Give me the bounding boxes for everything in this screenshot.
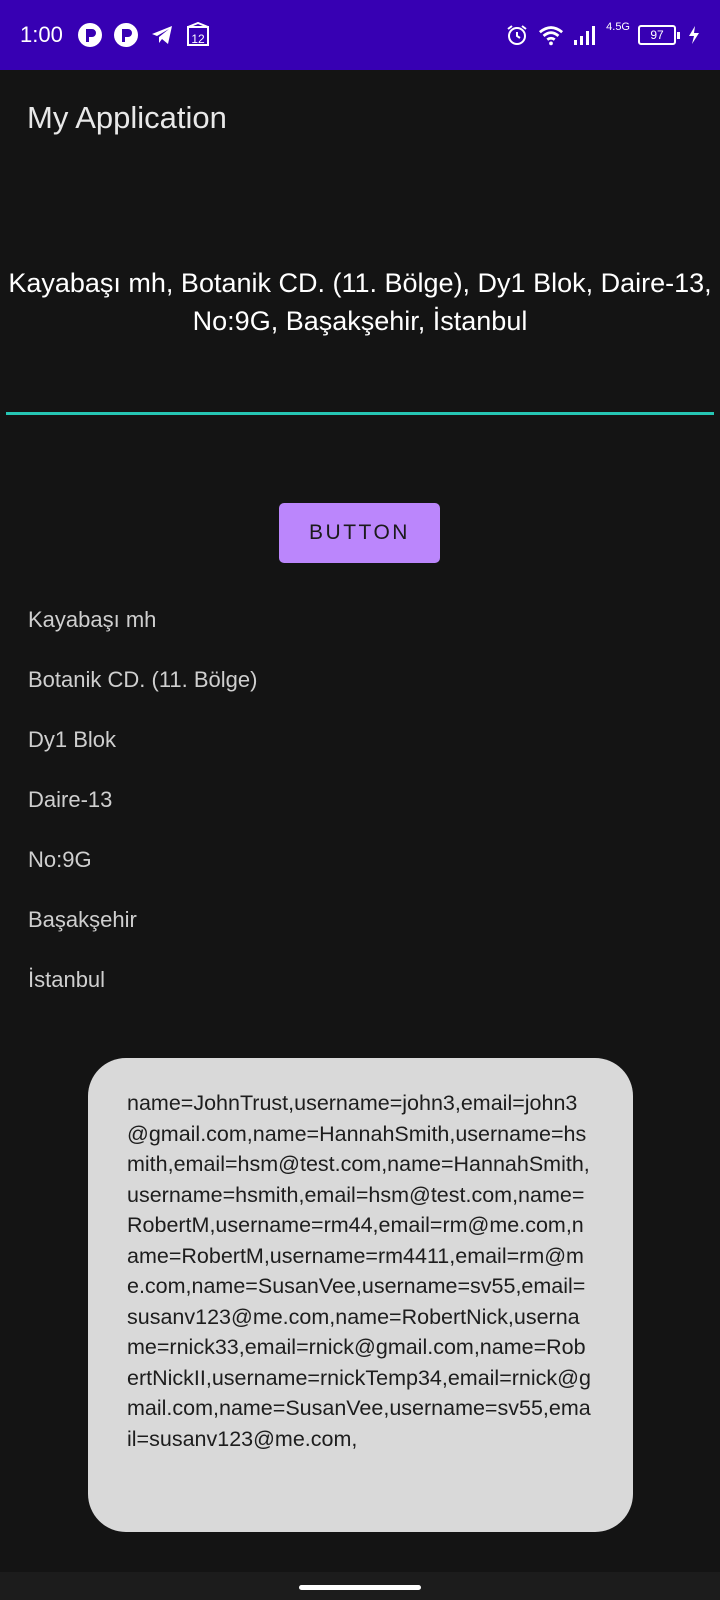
- input-underline: [6, 412, 714, 415]
- calendar-icon: 12: [185, 22, 211, 48]
- calendar-day: 12: [191, 32, 205, 46]
- signal-icon: [572, 22, 598, 48]
- network-type: 4.5G: [606, 21, 630, 33]
- page-title: My Application: [27, 100, 227, 135]
- address-input[interactable]: Kayabaşı mh, Botanik CD. (11. Bölge), Dy…: [6, 250, 714, 424]
- address-input-value[interactable]: Kayabaşı mh, Botanik CD. (11. Bölge), Dy…: [6, 264, 714, 340]
- status-bar: 1:00 12 4.5G 97: [0, 0, 720, 70]
- list-item: Daire-13: [28, 787, 113, 812]
- navigation-bar: [0, 1572, 720, 1600]
- status-left: 1:00 12: [20, 22, 211, 48]
- telegram-icon: [149, 22, 175, 48]
- status-right: 4.5G 97: [504, 21, 700, 48]
- battery-icon: 97: [638, 25, 680, 45]
- charging-icon: [688, 22, 700, 48]
- battery-level: 97: [638, 25, 676, 45]
- list-item: Başakşehir: [28, 907, 137, 932]
- list-item: No:9G: [28, 847, 92, 872]
- list-item: İstanbul: [28, 967, 106, 992]
- list-item: Botanik CD. (11. Bölge): [28, 667, 258, 692]
- users-output-text: name=JohnTrust,username=john3,email=john…: [127, 1091, 591, 1451]
- p-app-icon: [113, 22, 139, 48]
- list-item: Dy1 Blok: [28, 727, 117, 752]
- address-parts-list: Kayabaşı mh Botanik CD. (11. Bölge) Dy1 …: [28, 600, 257, 1020]
- status-time: 1:00: [20, 22, 63, 47]
- wifi-icon: [538, 22, 564, 48]
- primary-button[interactable]: BUTTON: [279, 503, 440, 563]
- users-output-bubble: name=JohnTrust,username=john3,email=john…: [88, 1058, 633, 1532]
- battery-tip: [677, 31, 680, 39]
- p-app-icon: [77, 22, 103, 48]
- home-gesture-handle[interactable]: [299, 1585, 421, 1590]
- alarm-icon: [504, 22, 530, 48]
- list-item: Kayabaşı mh: [28, 607, 157, 632]
